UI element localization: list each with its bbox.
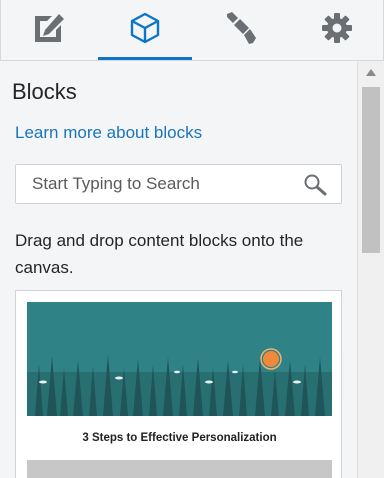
tab-settings[interactable]: [289, 0, 384, 60]
scroll-thumb[interactable]: [362, 87, 380, 253]
content-block-card[interactable]: 3 Steps to Effective Personalization: [15, 290, 342, 478]
gear-icon: [320, 11, 354, 50]
search-icon[interactable]: [303, 173, 329, 197]
scroll-up-arrow-icon[interactable]: [366, 69, 376, 76]
tab-style[interactable]: [193, 0, 289, 60]
learn-more-link[interactable]: Learn more about blocks: [15, 123, 202, 143]
tab-blocks[interactable]: [97, 0, 193, 60]
panel-title: Blocks: [12, 79, 77, 104]
forest-sunset-illustration: [27, 302, 332, 416]
pencil-edit-icon: [32, 12, 66, 49]
scrollbar[interactable]: [357, 61, 384, 478]
tab-edit[interactable]: [1, 0, 97, 60]
block-title: 3 Steps to Effective Personalization: [27, 416, 332, 460]
cube-icon: [128, 11, 162, 50]
blocks-panel: Blocks Learn more about blocks Drag and …: [0, 61, 356, 478]
search-input[interactable]: [16, 165, 296, 203]
block-footer-placeholder: [27, 460, 332, 478]
paintbrush-icon: [223, 10, 259, 51]
search-box: [15, 164, 342, 204]
help-text: Drag and drop content blocks onto the ca…: [15, 231, 304, 277]
tab-bar: [0, 0, 384, 61]
